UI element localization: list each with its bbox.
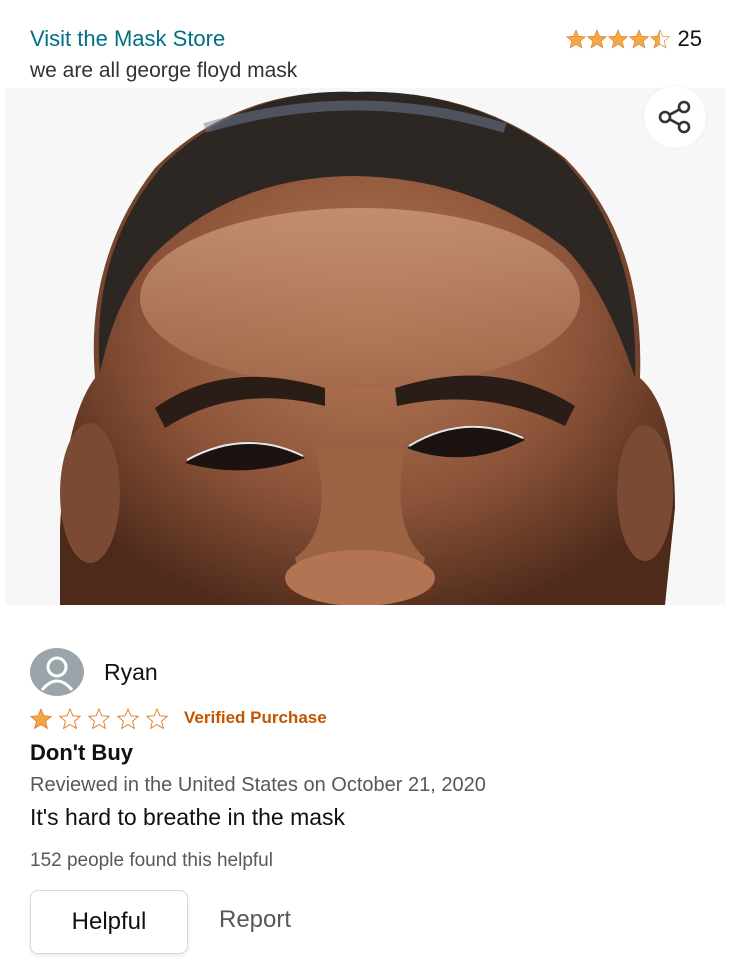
product-title: we are all george floyd mask [30, 59, 298, 82]
product-rating[interactable]: 25 [565, 26, 702, 52]
one-star-rating-icon [30, 708, 168, 729]
share-icon [658, 100, 691, 134]
customer-review: Ryan Verified Purchase Don't Buy Reviewe… [30, 648, 700, 954]
helpful-button[interactable]: Helpful [30, 890, 188, 954]
rating-stars-icon [565, 29, 670, 49]
review-date: Reviewed in the United States on October… [30, 774, 486, 796]
review-title: Don't Buy [30, 740, 133, 765]
review-rating-row: Verified Purchase [30, 706, 327, 730]
rating-count[interactable]: 25 [678, 26, 702, 52]
store-link[interactable]: Visit the Mask Store [30, 26, 225, 52]
review-body: It's hard to breathe in the mask [30, 804, 346, 830]
reviewer-info[interactable]: Ryan [30, 648, 700, 696]
avatar-icon[interactable] [30, 648, 84, 696]
share-button[interactable] [644, 86, 706, 148]
product-image[interactable] [5, 88, 725, 605]
verified-purchase-badge: Verified Purchase [184, 708, 327, 727]
reviewer-name[interactable]: Ryan [104, 659, 158, 686]
helpful-count: 152 people found this helpful [30, 850, 273, 871]
report-link[interactable]: Report [219, 906, 291, 934]
face-mask-photo-icon [60, 91, 675, 605]
